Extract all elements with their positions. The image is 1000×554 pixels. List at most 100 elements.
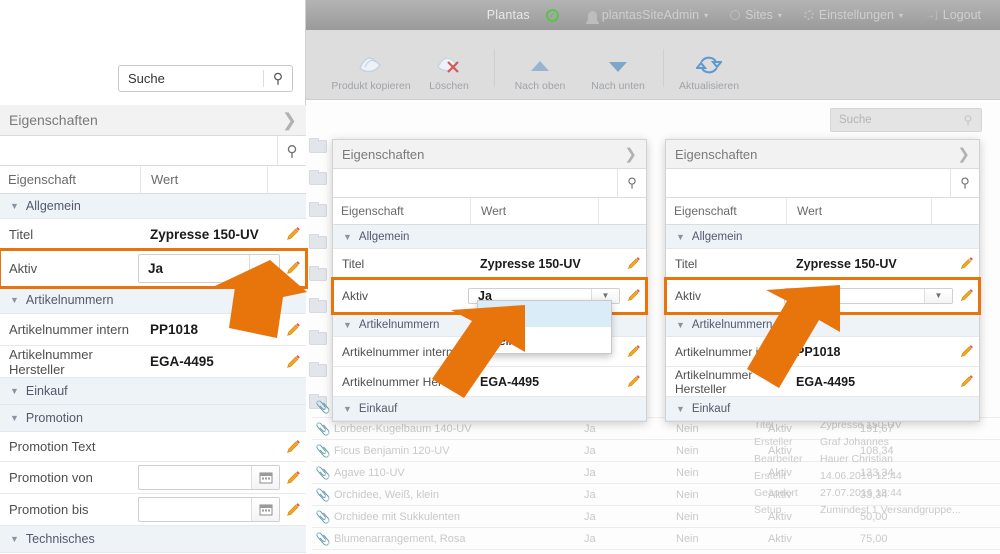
toolbar-button-aktualisieren[interactable]: Aktualisieren xyxy=(670,52,748,99)
nav-item-settings[interactable]: Einstellungen ▾ xyxy=(793,8,914,22)
annotation-arrow-left xyxy=(215,258,310,345)
search-icon[interactable]: ⚲ xyxy=(951,175,979,191)
property-filter-input-middle[interactable] xyxy=(333,169,618,197)
property-row-artikelnummer-hersteller-left[interactable]: Artikelnummer Hersteller EGA-4495 xyxy=(0,346,306,378)
column-header-value: Wert xyxy=(140,166,267,193)
toolbar-button-loeschen[interactable]: Löschen xyxy=(410,52,488,99)
property-row-artikelnummer-hersteller-left-value: EGA-4495 xyxy=(150,354,214,369)
search-icon[interactable]: ⚲ xyxy=(263,70,292,87)
nav-item-site-admin[interactable]: plantasSiteAdmin ▾ xyxy=(577,8,719,24)
group-row-einkauf-left[interactable]: ▼ Einkauf xyxy=(0,378,306,405)
group-row-einkauf-right[interactable]: ▼ Einkauf xyxy=(666,397,979,421)
nav-item-sites[interactable]: Sites ▾ xyxy=(719,8,793,22)
table-row[interactable]: 📎Rosenbund klein, HellrosaJaNeinAktiv10,… xyxy=(312,550,1000,554)
toolbar-button-produkt-kopieren[interactable]: Produkt kopieren xyxy=(331,52,411,99)
folder-icon[interactable] xyxy=(309,266,327,281)
nav-item-settings-label: Einstellungen xyxy=(818,8,894,22)
left-search-input[interactable]: Suche xyxy=(119,71,263,86)
group-row-artikelnummern-left-label: Artikelnummern xyxy=(25,293,114,307)
attachment-icon: 📎 xyxy=(315,509,331,524)
search-icon[interactable]: ⚲ xyxy=(278,142,306,160)
edit-pencil-icon[interactable] xyxy=(620,374,646,389)
background-search-input[interactable]: Suche xyxy=(831,114,955,126)
property-filter-input-right[interactable] xyxy=(666,169,951,197)
folder-icon[interactable] xyxy=(309,362,327,377)
detail-field: Bearbeiter Hauer Christian xyxy=(748,450,1000,467)
edit-pencil-icon[interactable] xyxy=(953,344,979,359)
folder-icon[interactable] xyxy=(309,202,327,217)
calendar-icon[interactable] xyxy=(251,498,279,521)
edit-pencil-icon[interactable] xyxy=(280,439,306,455)
nav-item-logout-label: Logout xyxy=(942,8,981,22)
edit-pencil-icon[interactable] xyxy=(620,344,646,359)
property-row-promotion-text-left[interactable]: Promotion Text xyxy=(0,432,306,462)
edit-pencil-icon[interactable] xyxy=(620,256,646,271)
toolbar-button-nach-unten-label: Nach unten xyxy=(591,80,645,92)
detail-field-value: Graf Johannes xyxy=(820,435,889,448)
edit-pencil-icon[interactable] xyxy=(620,288,646,303)
folder-icon[interactable] xyxy=(309,170,327,185)
chevron-right-icon[interactable]: ❯ xyxy=(282,110,297,131)
attachment-icon: 📎 xyxy=(315,487,331,502)
folder-icon[interactable] xyxy=(309,298,327,313)
copy-icon xyxy=(356,52,386,76)
group-row-allgemein-middle[interactable]: ▼ Allgemein xyxy=(333,225,646,249)
property-columns-right: Eigenschaft Wert xyxy=(666,198,979,225)
property-row-titel-right-label: Titel xyxy=(675,256,698,271)
edit-pencil-icon[interactable] xyxy=(280,502,306,518)
app-brand: Plantas xyxy=(486,8,530,22)
edit-pencil-icon[interactable] xyxy=(280,226,306,242)
edit-pencil-icon[interactable] xyxy=(953,374,979,389)
folder-icon[interactable] xyxy=(309,138,327,153)
table-row[interactable]: 📎 Blumenarrangement, Rosa Ja Nein Aktiv 75,00 xyxy=(312,528,1000,550)
annotation-arrow-middle xyxy=(430,300,540,410)
toolbar-divider xyxy=(663,49,664,87)
table-cell-c2: Ja xyxy=(584,466,596,479)
folder-icon[interactable] xyxy=(309,234,327,249)
property-row-promotion-von-left[interactable]: Promotion von xyxy=(0,462,306,494)
property-row-promotion-bis-left[interactable]: Promotion bis xyxy=(0,494,306,526)
property-row-titel-right[interactable]: Titel Zypresse 150-UV xyxy=(666,249,979,279)
calendar-icon[interactable] xyxy=(251,466,279,489)
promotion-von-date-field[interactable] xyxy=(138,465,280,490)
chevron-down-icon: ▾ xyxy=(777,10,782,20)
group-row-promotion-left[interactable]: ▼ Promotion xyxy=(0,405,306,432)
toolbar-button-nach-unten[interactable]: Nach unten xyxy=(579,52,657,99)
detail-field-value: 14.06.2016 12:44 xyxy=(820,469,902,482)
user-icon xyxy=(585,10,599,24)
edit-pencil-icon[interactable] xyxy=(953,288,979,303)
gear-icon xyxy=(803,10,814,20)
group-row-allgemein-right[interactable]: ▼ Allgemein xyxy=(666,225,979,249)
edit-pencil-icon[interactable] xyxy=(280,470,306,486)
nav-item-site-admin-label: plantasSiteAdmin xyxy=(601,8,700,22)
edit-pencil-icon[interactable] xyxy=(280,354,306,370)
nav-item-logout[interactable]: →] Logout xyxy=(914,8,992,22)
property-filter-right[interactable]: ⚲ xyxy=(666,169,979,198)
property-filter-left[interactable]: ⚲ xyxy=(0,136,306,166)
property-row-titel-left[interactable]: Titel Zypresse 150-UV xyxy=(0,219,306,250)
property-filter-middle[interactable]: ⚲ xyxy=(333,169,646,198)
chevron-down-icon[interactable]: ▼ xyxy=(924,288,952,303)
edit-pencil-icon[interactable] xyxy=(953,256,979,271)
chevron-down-icon: ▼ xyxy=(10,386,19,396)
property-row-titel-middle[interactable]: Titel Zypresse 150-UV xyxy=(333,249,646,279)
background-search-box[interactable]: Suche ⚲ xyxy=(830,108,982,132)
property-filter-input-left[interactable] xyxy=(0,136,278,165)
group-row-allgemein-left[interactable]: ▼ Allgemein xyxy=(0,194,306,219)
property-row-aktiv-left-label: Aktiv xyxy=(9,260,38,276)
table-cell-name: Blumenarrangement, Rosa xyxy=(334,532,466,545)
left-search-box[interactable]: Suche ⚲ xyxy=(118,65,293,92)
promotion-bis-date-field[interactable] xyxy=(138,497,280,522)
table-cell-c2: Ja xyxy=(584,444,596,457)
toolbar-button-nach-oben[interactable]: Nach oben xyxy=(501,52,579,99)
group-row-technisches-left[interactable]: ▼ Technisches xyxy=(0,526,306,553)
detail-field-key: Ersteller xyxy=(754,435,793,448)
search-icon[interactable]: ⚲ xyxy=(955,113,981,127)
folder-icon[interactable] xyxy=(309,330,327,345)
detail-field-list: Titel Zypresse 150-UV Ersteller Graf Johann… xyxy=(748,413,1000,518)
screenshot-root: Plantas ✓ plantasSiteAdmin ▾ Sites ▾ Ein… xyxy=(0,0,1000,554)
chevron-right-icon[interactable]: ❯ xyxy=(624,145,637,163)
search-icon[interactable]: ⚲ xyxy=(618,175,646,191)
chevron-right-icon[interactable]: ❯ xyxy=(957,145,970,163)
group-row-allgemein-right-label: Allgemein xyxy=(691,230,743,243)
